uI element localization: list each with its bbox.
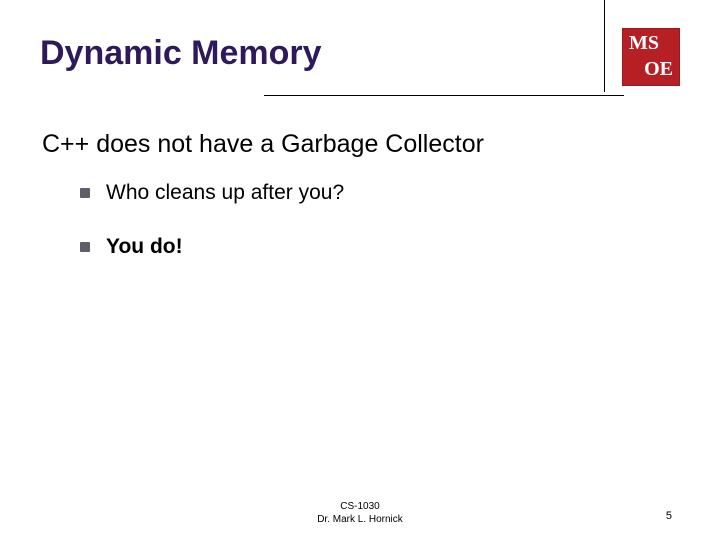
logo-top-text: MS [629, 32, 659, 55]
bullet-list: Who cleans up after you? You do! [80, 181, 680, 259]
footer-course: CS-1030 [0, 501, 720, 514]
msoe-logo: MS OE [622, 28, 680, 86]
header-row: Dynamic Memory MS OE [40, 28, 680, 100]
logo-bottom-text: OE [644, 58, 673, 81]
rule-horizontal [264, 95, 624, 96]
slide: Dynamic Memory MS OE C++ does not have a… [0, 0, 720, 540]
bullet-item: You do! [80, 235, 680, 259]
logo-wrap: MS OE [604, 28, 680, 100]
page-number: 5 [666, 510, 672, 522]
slide-title: Dynamic Memory [40, 28, 322, 73]
bullet-text: Who cleans up after you? [106, 181, 344, 205]
rule-vertical [604, 0, 605, 92]
footer: CS-1030 Dr. Mark L. Hornick [0, 501, 720, 526]
slide-subhead: C++ does not have a Garbage Collector [42, 130, 680, 159]
bullet-item: Who cleans up after you? [80, 181, 680, 205]
footer-author: Dr. Mark L. Hornick [0, 514, 720, 527]
bullet-text: You do! [106, 235, 183, 259]
bullet-icon [80, 188, 90, 198]
bullet-icon [80, 242, 90, 252]
